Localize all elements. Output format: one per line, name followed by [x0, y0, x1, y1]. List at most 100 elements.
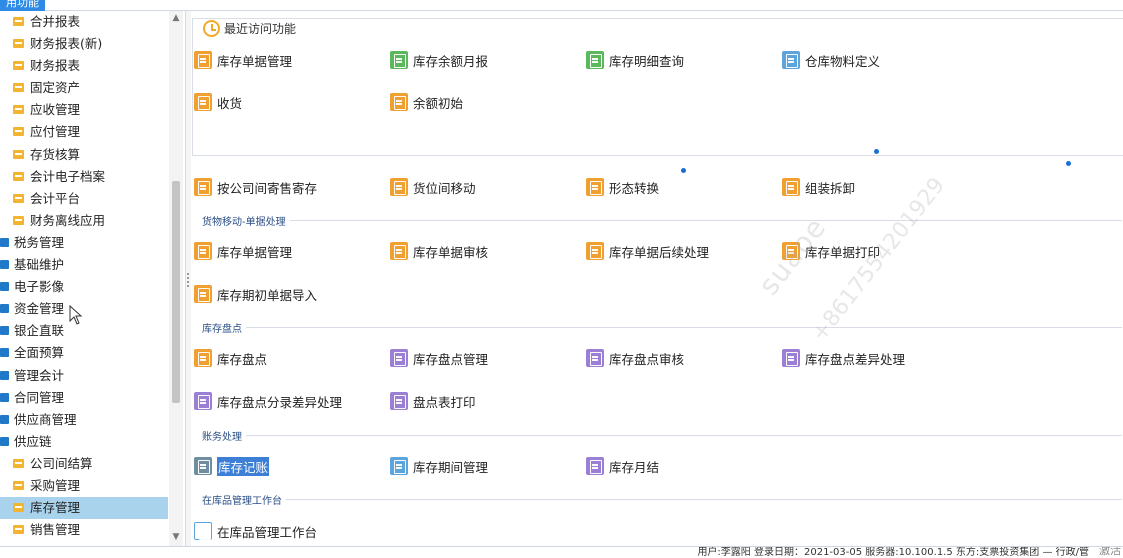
section-title: 库存盘点 — [202, 323, 242, 335]
function-link[interactable]: 库存月结 — [586, 456, 659, 476]
sidebar-item-label: 全面预算 — [14, 345, 65, 361]
grip-icon — [187, 273, 189, 287]
sidebar-item[interactable]: 固定资产 — [0, 77, 168, 99]
tab-common-functions[interactable]: 用功能 — [0, 0, 45, 11]
function-link[interactable]: 形态转换 — [586, 177, 659, 197]
stocktake-audit-icon — [586, 349, 604, 367]
sidebar-item[interactable]: 全面预算 — [0, 342, 168, 364]
folder-icon — [13, 503, 24, 513]
function-link[interactable]: 库存盘点管理 — [390, 348, 488, 368]
sidebar-item-label: 固定资产 — [30, 80, 81, 96]
function-link[interactable]: 库存明细查询 — [586, 50, 684, 70]
folder-icon — [13, 39, 24, 49]
sidebar-item[interactable]: 供应商管理 — [0, 409, 168, 431]
function-label: 库存盘点 — [217, 351, 268, 367]
cube-icon — [194, 522, 212, 540]
function-link[interactable]: 货位间移动 — [390, 177, 476, 197]
sidebar-item[interactable]: 会计平台 — [0, 188, 168, 210]
mouse-cursor-icon — [69, 305, 83, 325]
folder-icon — [13, 215, 24, 225]
sidebar-item[interactable]: 合同管理 — [0, 387, 168, 409]
sidebar-item-label: 公司间结算 — [30, 455, 93, 471]
receive-icon — [194, 93, 212, 111]
function-link[interactable]: 按公司间寄售寄存 — [194, 177, 317, 197]
function-label: 按公司间寄售寄存 — [217, 180, 318, 196]
function-link[interactable]: 组装拆卸 — [782, 177, 855, 197]
sidebar-item-label: 应收管理 — [30, 102, 81, 118]
sidebar-item[interactable]: 管理会计 — [0, 365, 168, 387]
sidebar-item[interactable]: 存货核算 — [0, 144, 168, 166]
briefcase-icon — [0, 392, 9, 402]
briefcase-icon — [0, 260, 9, 270]
sidebar-item-label: 销售管理 — [30, 522, 81, 538]
cube-icon — [782, 51, 800, 69]
sidebar-item[interactable]: 采购管理 — [0, 475, 168, 497]
folder-icon — [13, 480, 24, 490]
scroll-up-icon[interactable]: ▲ — [171, 13, 181, 23]
function-link[interactable]: 库存余额月报 — [390, 50, 488, 70]
consign-icon — [194, 178, 212, 196]
sidebar-item-label: 应付管理 — [30, 124, 81, 140]
function-label: 货位间移动 — [413, 180, 476, 196]
function-link[interactable]: 仓库物料定义 — [782, 50, 880, 70]
function-link[interactable]: 库存盘点审核 — [586, 348, 684, 368]
function-link[interactable]: 库存单据管理 — [194, 241, 292, 261]
function-link[interactable]: 库存期间管理 — [390, 456, 488, 476]
section-divider — [246, 326, 1122, 328]
sidebar-item[interactable]: 合并报表 — [0, 11, 168, 33]
sidebar-item[interactable]: 财务离线应用 — [0, 210, 168, 232]
sidebar-item[interactable]: 税务管理 — [0, 232, 168, 254]
function-link[interactable]: 在库品管理工作台 — [194, 521, 317, 541]
sidebar-item[interactable]: 销售管理 — [0, 519, 168, 541]
sidebar-item-label: 财务报表(新) — [30, 36, 103, 52]
briefcase-icon — [0, 436, 9, 446]
function-link[interactable]: 库存盘点差异处理 — [782, 348, 905, 368]
sidebar-item[interactable]: 应付管理 — [0, 121, 168, 143]
sidebar-item[interactable]: 应收管理 — [0, 99, 168, 121]
function-label: 库存单据后续处理 — [609, 244, 710, 260]
sidebar-item[interactable]: 电子影像 — [0, 276, 168, 298]
sidebar-item[interactable]: 财务报表(新) — [0, 33, 168, 55]
sidebar-item[interactable]: 资金管理 — [0, 298, 168, 320]
main-panel: 最近访问功能 库存单据管理 库存余额月报 库存明细查询 仓库物料定义 收货 余额初始 按公司… — [192, 11, 1123, 546]
doc-audit-icon — [390, 242, 408, 260]
stocktake-print-icon — [390, 392, 408, 410]
function-link[interactable]: 库存记账 — [194, 456, 270, 476]
detail-query-icon — [586, 51, 604, 69]
sidebar-item[interactable]: 基础维护 — [0, 254, 168, 276]
sidebar-item[interactable]: 公司间结算 — [0, 453, 168, 475]
function-label: 形态转换 — [609, 180, 660, 196]
function-link[interactable]: 余额初始 — [390, 92, 463, 112]
sidebar-item-label: 资金管理 — [14, 301, 65, 317]
function-link[interactable]: 库存盘点分录差异处理 — [194, 391, 342, 411]
sidebar-item-label: 财务报表 — [30, 58, 81, 74]
sidebar-item[interactable]: 财务报表 — [0, 55, 168, 77]
scroll-down-icon[interactable]: ▼ — [171, 532, 181, 542]
folder-icon — [13, 525, 24, 535]
indicator-dot — [1066, 161, 1071, 166]
balance-init-icon — [390, 93, 408, 111]
status-bar: 用户:李露阳 登录日期：2021-03-05 服务器:10.100.1.5 东方… — [0, 546, 1123, 558]
section-title: 账务处理 — [202, 431, 242, 443]
sidebar-item[interactable]: 银企直联 — [0, 320, 168, 342]
function-link[interactable]: 库存单据审核 — [390, 241, 488, 261]
function-link[interactable]: 盘点表打印 — [390, 391, 476, 411]
sidebar-scrollbar-thumb[interactable] — [172, 181, 180, 403]
sidebar-item-label: 供应链 — [14, 433, 52, 449]
sidebar-item[interactable]: 会计电子档案 — [0, 166, 168, 188]
top-tab-strip: 用功能 — [0, 0, 1123, 11]
function-link[interactable]: 收货 — [194, 92, 242, 112]
function-link[interactable]: 库存单据管理 — [194, 50, 292, 70]
balance-report-icon — [390, 51, 408, 69]
function-label: 库存余额月报 — [413, 53, 489, 69]
splitter-handle[interactable] — [186, 11, 191, 546]
function-link[interactable]: 库存盘点 — [194, 348, 267, 368]
sidebar-item-label: 库存管理 — [30, 500, 81, 516]
function-link[interactable]: 库存单据后续处理 — [586, 241, 709, 261]
function-link[interactable]: 库存单据打印 — [782, 241, 880, 261]
sidebar-item-label: 合并报表 — [30, 14, 81, 29]
function-link[interactable]: 库存期初单据导入 — [194, 284, 317, 304]
sidebar-item[interactable]: 库存管理 — [0, 497, 168, 520]
sidebar-item[interactable]: 供应链 — [0, 431, 168, 453]
sidebar-item-label: 供应商管理 — [14, 411, 77, 427]
